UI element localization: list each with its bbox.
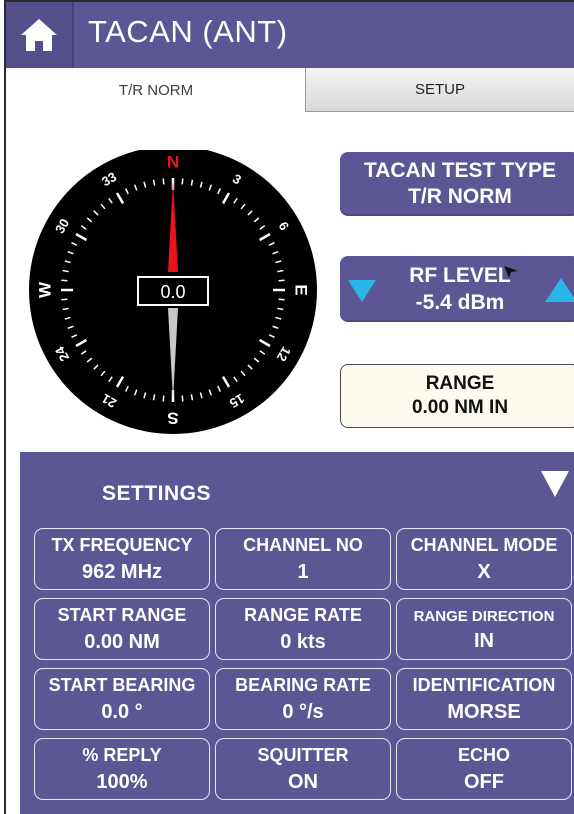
pointer-cursor-icon <box>504 266 518 278</box>
compass-dial: N36E1215S2124W3033 0.0 <box>29 150 317 434</box>
compass-tick <box>278 279 285 282</box>
compass-tick <box>62 269 69 273</box>
squitter-button[interactable]: SQUITTER ON <box>215 738 391 800</box>
title-bar: TACAN (ANT) <box>6 2 574 68</box>
start-bearing-button[interactable]: START BEARING 0.0 ° <box>34 668 210 730</box>
identification-value: MORSE <box>447 701 521 723</box>
compass-tick <box>278 298 285 301</box>
compass-tick <box>190 394 194 401</box>
compass-tick <box>181 178 184 185</box>
identification-button[interactable]: IDENTIFICATION MORSE <box>396 668 572 730</box>
settings-title: SETTINGS <box>102 482 212 505</box>
range-direction-label: RANGE DIRECTION <box>413 608 555 625</box>
range-direction-value: IN <box>474 630 494 652</box>
rf-level-value: -5.4 dBm <box>415 291 505 314</box>
compass-tick <box>277 269 284 273</box>
compass-label-S: S <box>167 409 178 428</box>
range-direction-button[interactable]: RANGE DIRECTION IN <box>396 598 572 660</box>
tx-frequency-label: TX FREQUENCY <box>51 535 193 555</box>
tab-setup[interactable]: SETUP <box>305 68 574 112</box>
range-rate-button[interactable]: RANGE RATE 0 kts <box>215 598 391 660</box>
compass-tick <box>162 395 165 402</box>
tx-frequency-value: 962 MHz <box>81 561 163 583</box>
range-rate-label: RANGE RATE <box>244 605 362 625</box>
echo-button[interactable]: ECHO OFF <box>396 738 572 800</box>
echo-value: OFF <box>464 771 504 793</box>
range-display[interactable]: RANGE 0.00 NM IN <box>340 364 574 428</box>
home-button[interactable] <box>6 2 72 68</box>
tab-tr-norm[interactable]: T/R NORM <box>6 68 306 112</box>
start-bearing-value: 0.0 ° <box>101 701 143 723</box>
channel-no-label: CHANNEL NO <box>243 535 363 555</box>
echo-label: ECHO <box>457 745 510 765</box>
range-rate-value: 0 kts <box>280 631 326 653</box>
tacan-test-type-button[interactable]: TACAN TEST TYPE T/R NORM <box>340 152 574 216</box>
percent-reply-button[interactable]: % REPLY 100% <box>34 738 210 800</box>
compass-tick <box>181 395 184 402</box>
home-icon <box>21 19 57 51</box>
compass-label-N: N <box>167 153 179 172</box>
channel-no-value: 1 <box>297 561 309 583</box>
rf-level-label: RF LEVEL <box>409 264 511 287</box>
compass-tick <box>62 307 69 311</box>
bearing-rate-label: BEARING RATE <box>235 675 371 695</box>
percent-reply-value: 100% <box>96 771 148 793</box>
compass-tick <box>277 307 284 311</box>
compass-tick <box>190 179 194 186</box>
tacan-test-type-value: T/R NORM <box>408 185 512 208</box>
title-divider <box>72 2 74 68</box>
chevron-down-icon[interactable] <box>541 471 569 497</box>
start-range-label: START RANGE <box>57 605 187 625</box>
start-range-button[interactable]: START RANGE 0.00 NM <box>34 598 210 660</box>
compass-label-E: E <box>292 284 311 295</box>
identification-label: IDENTIFICATION <box>412 675 556 695</box>
bearing-readout: 0.0 <box>160 282 185 302</box>
squitter-value: ON <box>288 771 318 793</box>
range-label: RANGE <box>425 373 495 394</box>
bearing-rate-button[interactable]: BEARING RATE 0 °/s <box>215 668 391 730</box>
channel-mode-label: CHANNEL MODE <box>410 535 558 555</box>
compass-tick <box>162 178 165 185</box>
channel-mode-value: X <box>477 561 491 583</box>
channel-mode-button[interactable]: CHANNEL MODE X <box>396 528 572 590</box>
settings-panel: SETTINGS TX FREQUENCY 962 MHz CHANNEL NO… <box>20 452 574 814</box>
page-title: TACAN (ANT) <box>88 14 288 49</box>
range-value: 0.00 NM IN <box>411 397 509 418</box>
tx-frequency-button[interactable]: TX FREQUENCY 962 MHz <box>34 528 210 590</box>
start-bearing-label: START BEARING <box>48 675 196 695</box>
squitter-label: SQUITTER <box>257 745 349 765</box>
start-range-value: 0.00 NM <box>84 631 160 653</box>
bearing-rate-value: 0 °/s <box>282 701 324 723</box>
frame-left-line <box>4 0 6 814</box>
rf-level-control[interactable]: RF LEVEL -5.4 dBm <box>340 256 574 322</box>
arrow-up-icon[interactable] <box>545 278 574 302</box>
compass-tick <box>152 394 156 401</box>
compass-tick <box>61 279 68 282</box>
compass-tick <box>61 298 68 301</box>
channel-no-button[interactable]: CHANNEL NO 1 <box>215 528 391 590</box>
compass-label-W: W <box>36 281 55 298</box>
tacan-test-type-label: TACAN TEST TYPE <box>363 159 557 182</box>
compass-tick <box>152 179 156 186</box>
percent-reply-label: % REPLY <box>82 745 162 765</box>
